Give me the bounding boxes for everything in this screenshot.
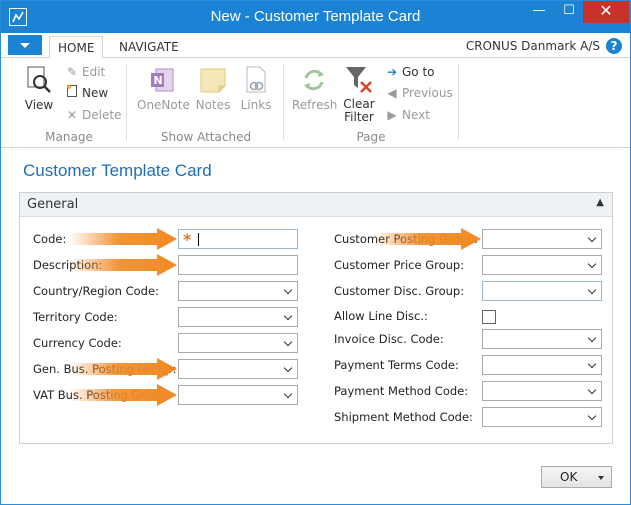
refresh-label: Refresh — [292, 98, 338, 112]
svg-text:N: N — [154, 74, 163, 87]
new-button[interactable]: New — [65, 84, 108, 102]
highlight-arrow-icon — [69, 358, 177, 380]
country-region-code-select[interactable] — [178, 281, 298, 301]
shipment-method-code-label: Shipment Method Code: — [334, 410, 473, 424]
new-document-icon — [65, 84, 79, 102]
title-bar: New - Customer Template Card — ☐ ✕ — [1, 1, 630, 33]
clear-filter-label-2: Filter — [344, 110, 374, 124]
customer-template-card-window: New - Customer Template Card — ☐ ✕ HOME … — [0, 0, 631, 505]
customer-disc-group-select[interactable] — [482, 281, 602, 301]
payment-method-code-label: Payment Method Code: — [334, 384, 469, 398]
links-label: Links — [240, 98, 272, 112]
edit-label: Edit — [82, 65, 106, 79]
arrow-right-icon: ➔ — [386, 65, 398, 79]
goto-label: Go to — [402, 65, 435, 79]
general-fasttab-title: General — [27, 197, 79, 212]
next-button[interactable]: ▶ Next — [385, 106, 430, 124]
chevron-up-icon[interactable]: ▲ — [596, 197, 604, 208]
minimize-button[interactable]: — — [525, 1, 553, 23]
customer-posting-group-select[interactable] — [482, 229, 602, 249]
onenote-button[interactable]: N OneNote — [137, 64, 190, 112]
page-group-label: Page — [356, 130, 386, 144]
invoice-disc-code-select[interactable] — [482, 329, 602, 349]
refresh-icon — [298, 64, 330, 96]
territory-code-label: Territory Code: — [33, 310, 118, 324]
customer-price-group-select[interactable] — [482, 255, 602, 275]
notes-button[interactable]: Notes — [195, 64, 231, 112]
next-label: Next — [402, 108, 430, 122]
tab-home[interactable]: HOME — [49, 36, 104, 60]
ribbon-tab-bar: HOME NAVIGATE CRONUS Danmark A/S ? — [1, 33, 630, 60]
pencil-icon: ✎ — [66, 65, 78, 79]
onenote-icon: N — [146, 64, 178, 96]
code-label: Code: — [33, 232, 67, 246]
payment-method-code-select[interactable] — [482, 381, 602, 401]
maximize-button[interactable]: ☐ — [555, 1, 583, 23]
payment-terms-code-select[interactable] — [482, 355, 602, 375]
help-icon[interactable]: ? — [606, 38, 622, 54]
view-label: View — [24, 98, 54, 112]
ok-label: OK — [560, 470, 578, 484]
description-input[interactable] — [178, 255, 298, 275]
highlight-arrow-icon — [373, 228, 481, 250]
gen-bus-posting-group-select[interactable] — [178, 359, 298, 379]
goto-button[interactable]: ➔ Go to — [385, 63, 435, 81]
triangle-right-icon: ▶ — [387, 108, 397, 122]
currency-code-label: Currency Code: — [33, 336, 122, 350]
refresh-button[interactable]: Refresh — [292, 64, 338, 112]
show-attached-group-label: Show Attached — [160, 130, 252, 144]
code-input[interactable]: * — [178, 229, 298, 249]
new-label: New — [82, 86, 109, 100]
country-region-code-label: Country/Region Code: — [33, 284, 159, 298]
ok-button[interactable]: OK — [541, 466, 612, 488]
triangle-left-icon: ◀ — [387, 86, 397, 100]
delete-x-icon: ✕ — [66, 108, 78, 122]
ribbon-divider — [283, 64, 284, 140]
company-name[interactable]: CRONUS Danmark A/S — [466, 39, 600, 53]
links-button[interactable]: Links — [239, 64, 273, 112]
currency-code-select[interactable] — [178, 333, 298, 353]
delete-label: Delete — [82, 108, 122, 122]
manage-group-label: Manage — [45, 130, 93, 144]
shipment-method-code-select[interactable] — [482, 407, 602, 427]
previous-label: Previous — [402, 86, 453, 100]
note-icon — [197, 64, 229, 96]
highlight-arrow-icon — [69, 384, 177, 406]
close-button[interactable]: ✕ — [583, 1, 629, 23]
payment-terms-code-label: Payment Terms Code: — [334, 358, 459, 372]
highlight-arrow-icon — [69, 254, 177, 276]
required-asterisk-icon: * — [183, 230, 192, 249]
page-title: Customer Template Card — [23, 161, 212, 180]
text-caret — [198, 233, 199, 246]
application-menu-button[interactable] — [8, 35, 42, 55]
invoice-disc-code-label: Invoice Disc. Code: — [334, 332, 444, 346]
ribbon: View ✎ Edit New ✕ Delete Manage N OneNote — [1, 58, 630, 148]
ribbon-divider — [126, 64, 127, 140]
vat-bus-posting-group-select[interactable] — [178, 385, 298, 405]
notes-label: Notes — [195, 98, 231, 112]
territory-code-select[interactable] — [178, 307, 298, 327]
highlight-arrow-icon — [69, 228, 177, 250]
general-fasttab-header[interactable]: General ▲ — [20, 193, 612, 217]
view-button[interactable]: View — [23, 64, 55, 112]
clear-filter-button[interactable]: Clear Filter — [342, 64, 376, 124]
ribbon-divider — [458, 64, 459, 140]
link-icon — [240, 64, 272, 96]
customer-price-group-label: Customer Price Group: — [334, 258, 465, 272]
onenote-label: OneNote — [137, 98, 190, 112]
customer-disc-group-label: Customer Disc. Group: — [334, 284, 465, 298]
tab-navigate[interactable]: NAVIGATE — [111, 36, 187, 58]
allow-line-disc-checkbox[interactable] — [482, 310, 496, 324]
previous-button[interactable]: ◀ Previous — [385, 84, 453, 102]
view-icon — [23, 64, 55, 96]
allow-line-disc-label: Allow Line Disc.: — [334, 309, 428, 323]
edit-button[interactable]: ✎ Edit — [65, 63, 105, 81]
clear-filter-icon — [343, 64, 375, 96]
delete-button[interactable]: ✕ Delete — [65, 106, 121, 124]
